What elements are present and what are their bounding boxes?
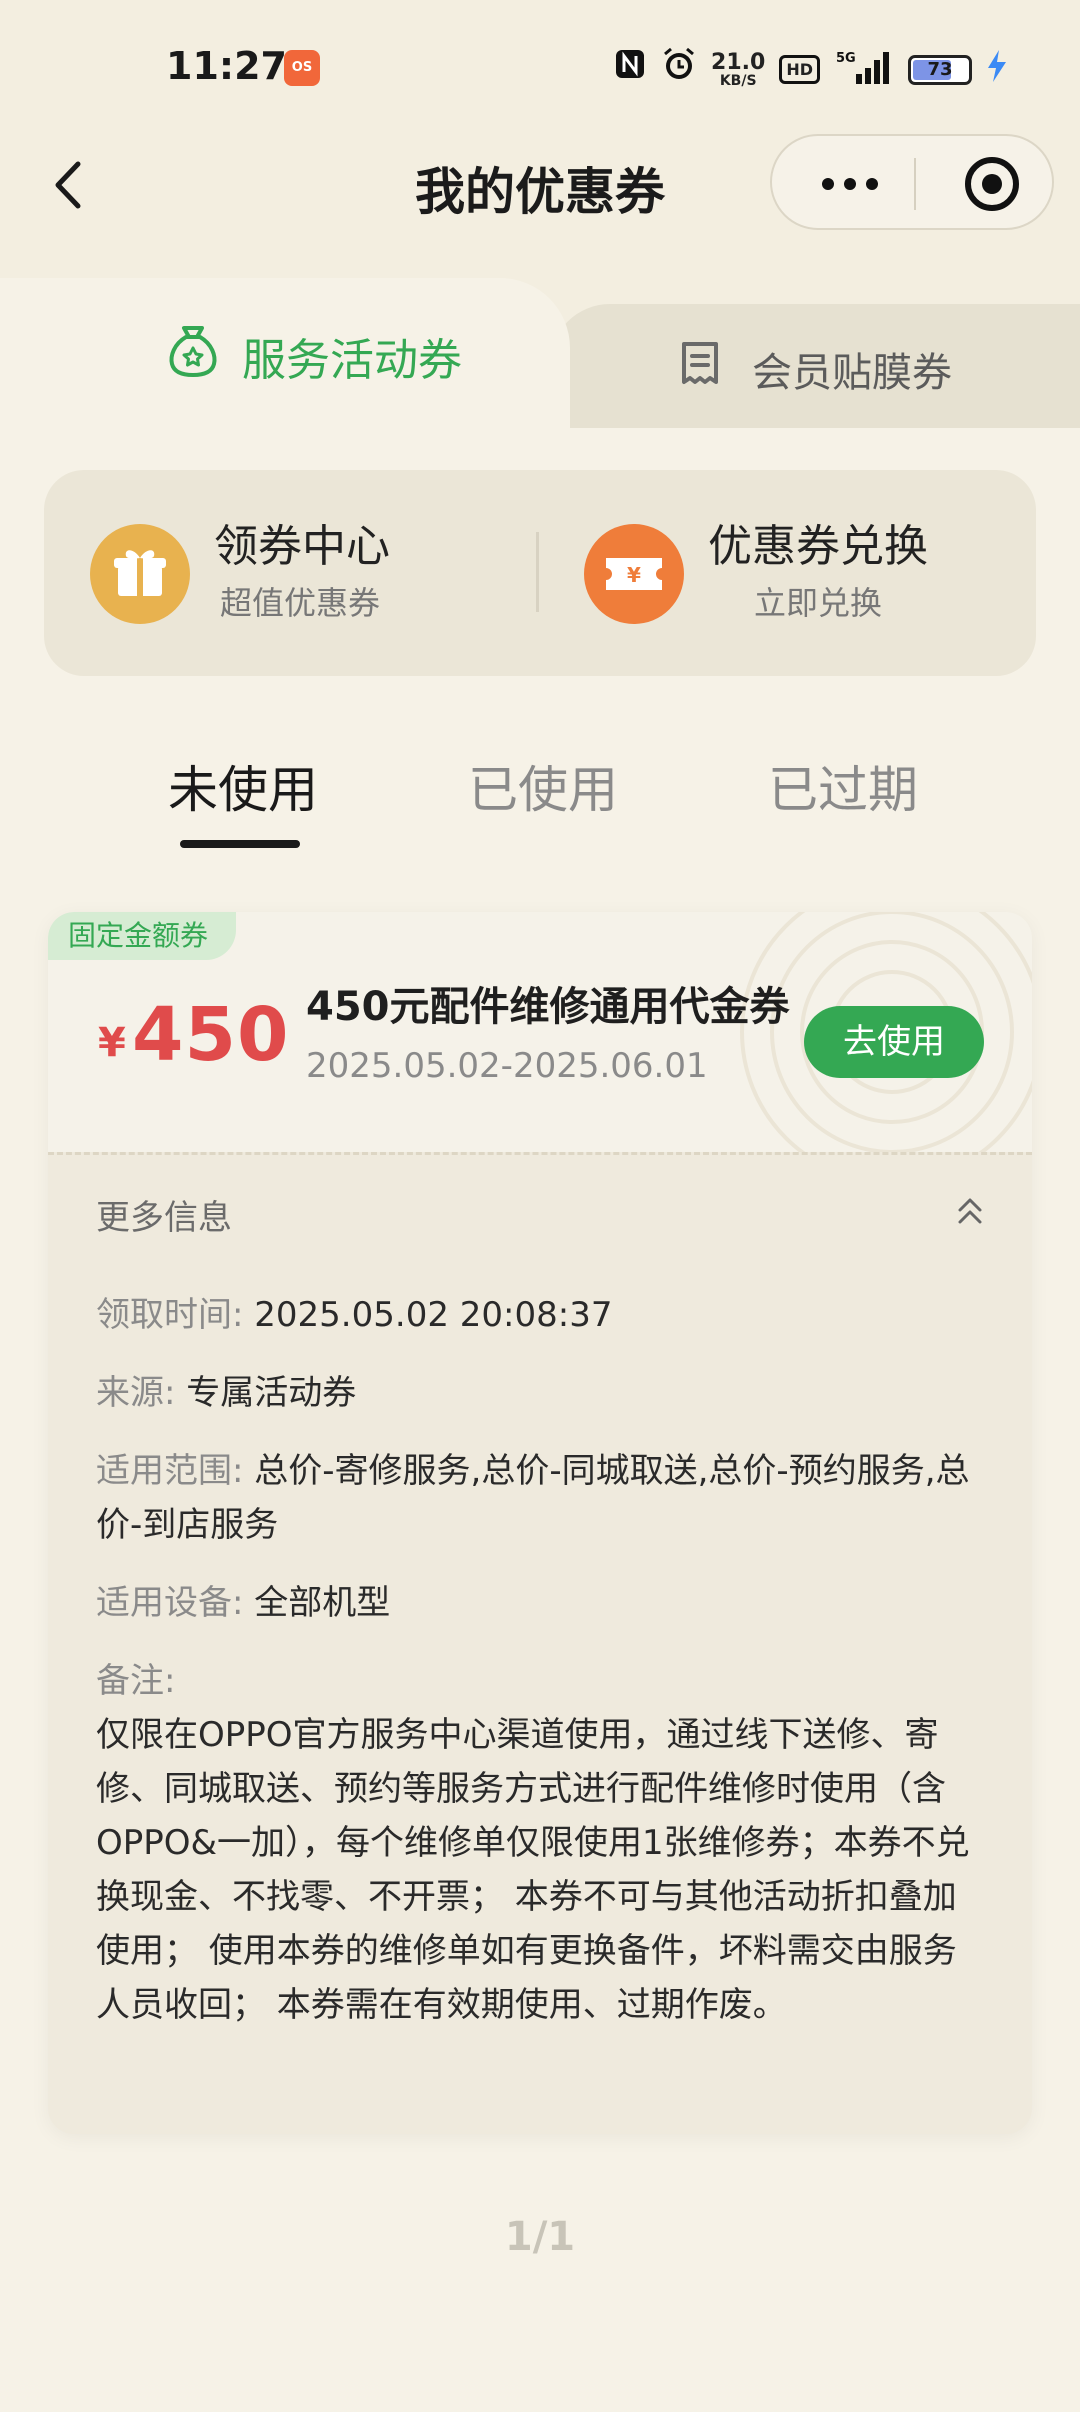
svg-text:¥: ¥ [627,563,641,587]
status-icons: 21.0 KB/S HD 5G 73 [613,46,1008,93]
yuan-ticket-icon: ¥ [584,524,684,624]
battery-level: 73 [927,58,953,80]
quick-actions-card: 领券中心 超值优惠券 ¥ 优惠券兑换 立即兑换 [44,470,1036,676]
coupon-center-subtitle: 超值优惠券 [220,584,381,622]
tab-service-activity-label: 服务活动券 [242,335,462,386]
nfc-icon [613,47,647,92]
more-info-label: 更多信息 [96,1198,232,1238]
coupon-exchange-title: 优惠券兑换 [708,521,928,572]
money-bag-star-icon [169,326,217,377]
quick-actions-divider [536,532,539,612]
receipt-icon [682,342,718,384]
page-indicator: 1/1 [504,2214,576,2260]
status-time: 11:27 [166,44,287,88]
mini-program-capsule [770,134,1054,230]
signal-icon: 5G [834,50,894,90]
coupon-amount: 450 [132,992,290,1078]
coupon-center-entry[interactable]: 领券中心 超值优惠券 [90,510,420,630]
nav-bar: 我的优惠券 [0,130,1080,240]
detail-note-text: 仅限在OPPO官方服务中心渠道使用，通过线下送修、寄修、同城取送、预约等服务方式… [96,1715,970,2025]
coupon-card: 固定金额券 ¥ 450 450元配件维修通用代金券 2025.05.02-202… [48,912,1032,2134]
detail-received-time: 领取时间: 2025.05.02 20:08:37 [96,1295,613,1335]
coupon-validity: 2025.05.02-2025.06.01 [306,1046,708,1086]
tab-used[interactable]: 已使用 [468,750,618,822]
detail-devices: 适用设备: 全部机型 [96,1583,391,1623]
coupon-divider [48,1152,1032,1155]
detail-scope: 适用范围: 总价-寄修服务,总价-同城取送,总价-预约服务,总价-到店服务 [96,1451,970,1545]
charging-bolt-icon [986,49,1008,91]
tab-expired[interactable]: 已过期 [768,750,918,822]
target-circle-icon [965,157,1019,211]
coupon-summary: 固定金额券 ¥ 450 450元配件维修通用代金券 2025.05.02-202… [48,912,1032,1152]
coupon-type-tabs: 服务活动券 会员贴膜券 [0,278,1080,428]
battery-indicator: 73 [908,54,972,85]
more-info-toggle[interactable]: 更多信息 [48,1156,1032,1264]
network-speed: 21.0 KB/S [711,49,766,89]
coupon-exchange-subtitle: 立即兑换 [754,584,883,622]
close-mini-program-button[interactable] [962,154,1022,214]
coupon-title: 450元配件维修通用代金券 [306,984,790,1030]
tab-member-film-label: 会员贴膜券 [752,350,952,396]
double-chevron-up-icon [958,1198,982,1224]
alarm-icon [661,46,697,93]
more-button[interactable] [802,154,898,214]
coupon-type-tag: 固定金额券 [48,912,237,960]
status-bar: 11:27 OS 21.0 KB/S HD 5G 73 [0,0,1080,140]
coupon-exchange-entry[interactable]: ¥ 优惠券兑换 立即兑换 [584,510,984,630]
currency-symbol: ¥ [98,1020,126,1066]
gift-icon [90,524,190,624]
detail-source: 来源: 专属活动券 [96,1373,357,1413]
active-tab-indicator [180,840,300,848]
coupon-center-title: 领券中心 [214,521,390,572]
more-dots-icon [822,178,834,190]
detail-note-label: 备注: [96,1661,176,1701]
app-notification-icon: OS [284,50,320,86]
capsule-divider [914,158,916,210]
coupon-status-tabs: 未使用 已使用 已过期 [0,750,1080,860]
tab-unused[interactable]: 未使用 [168,750,318,822]
use-coupon-button[interactable]: 去使用 [804,1006,984,1078]
hd-badge: HD [779,55,820,84]
svg-text:5G: 5G [836,51,856,66]
